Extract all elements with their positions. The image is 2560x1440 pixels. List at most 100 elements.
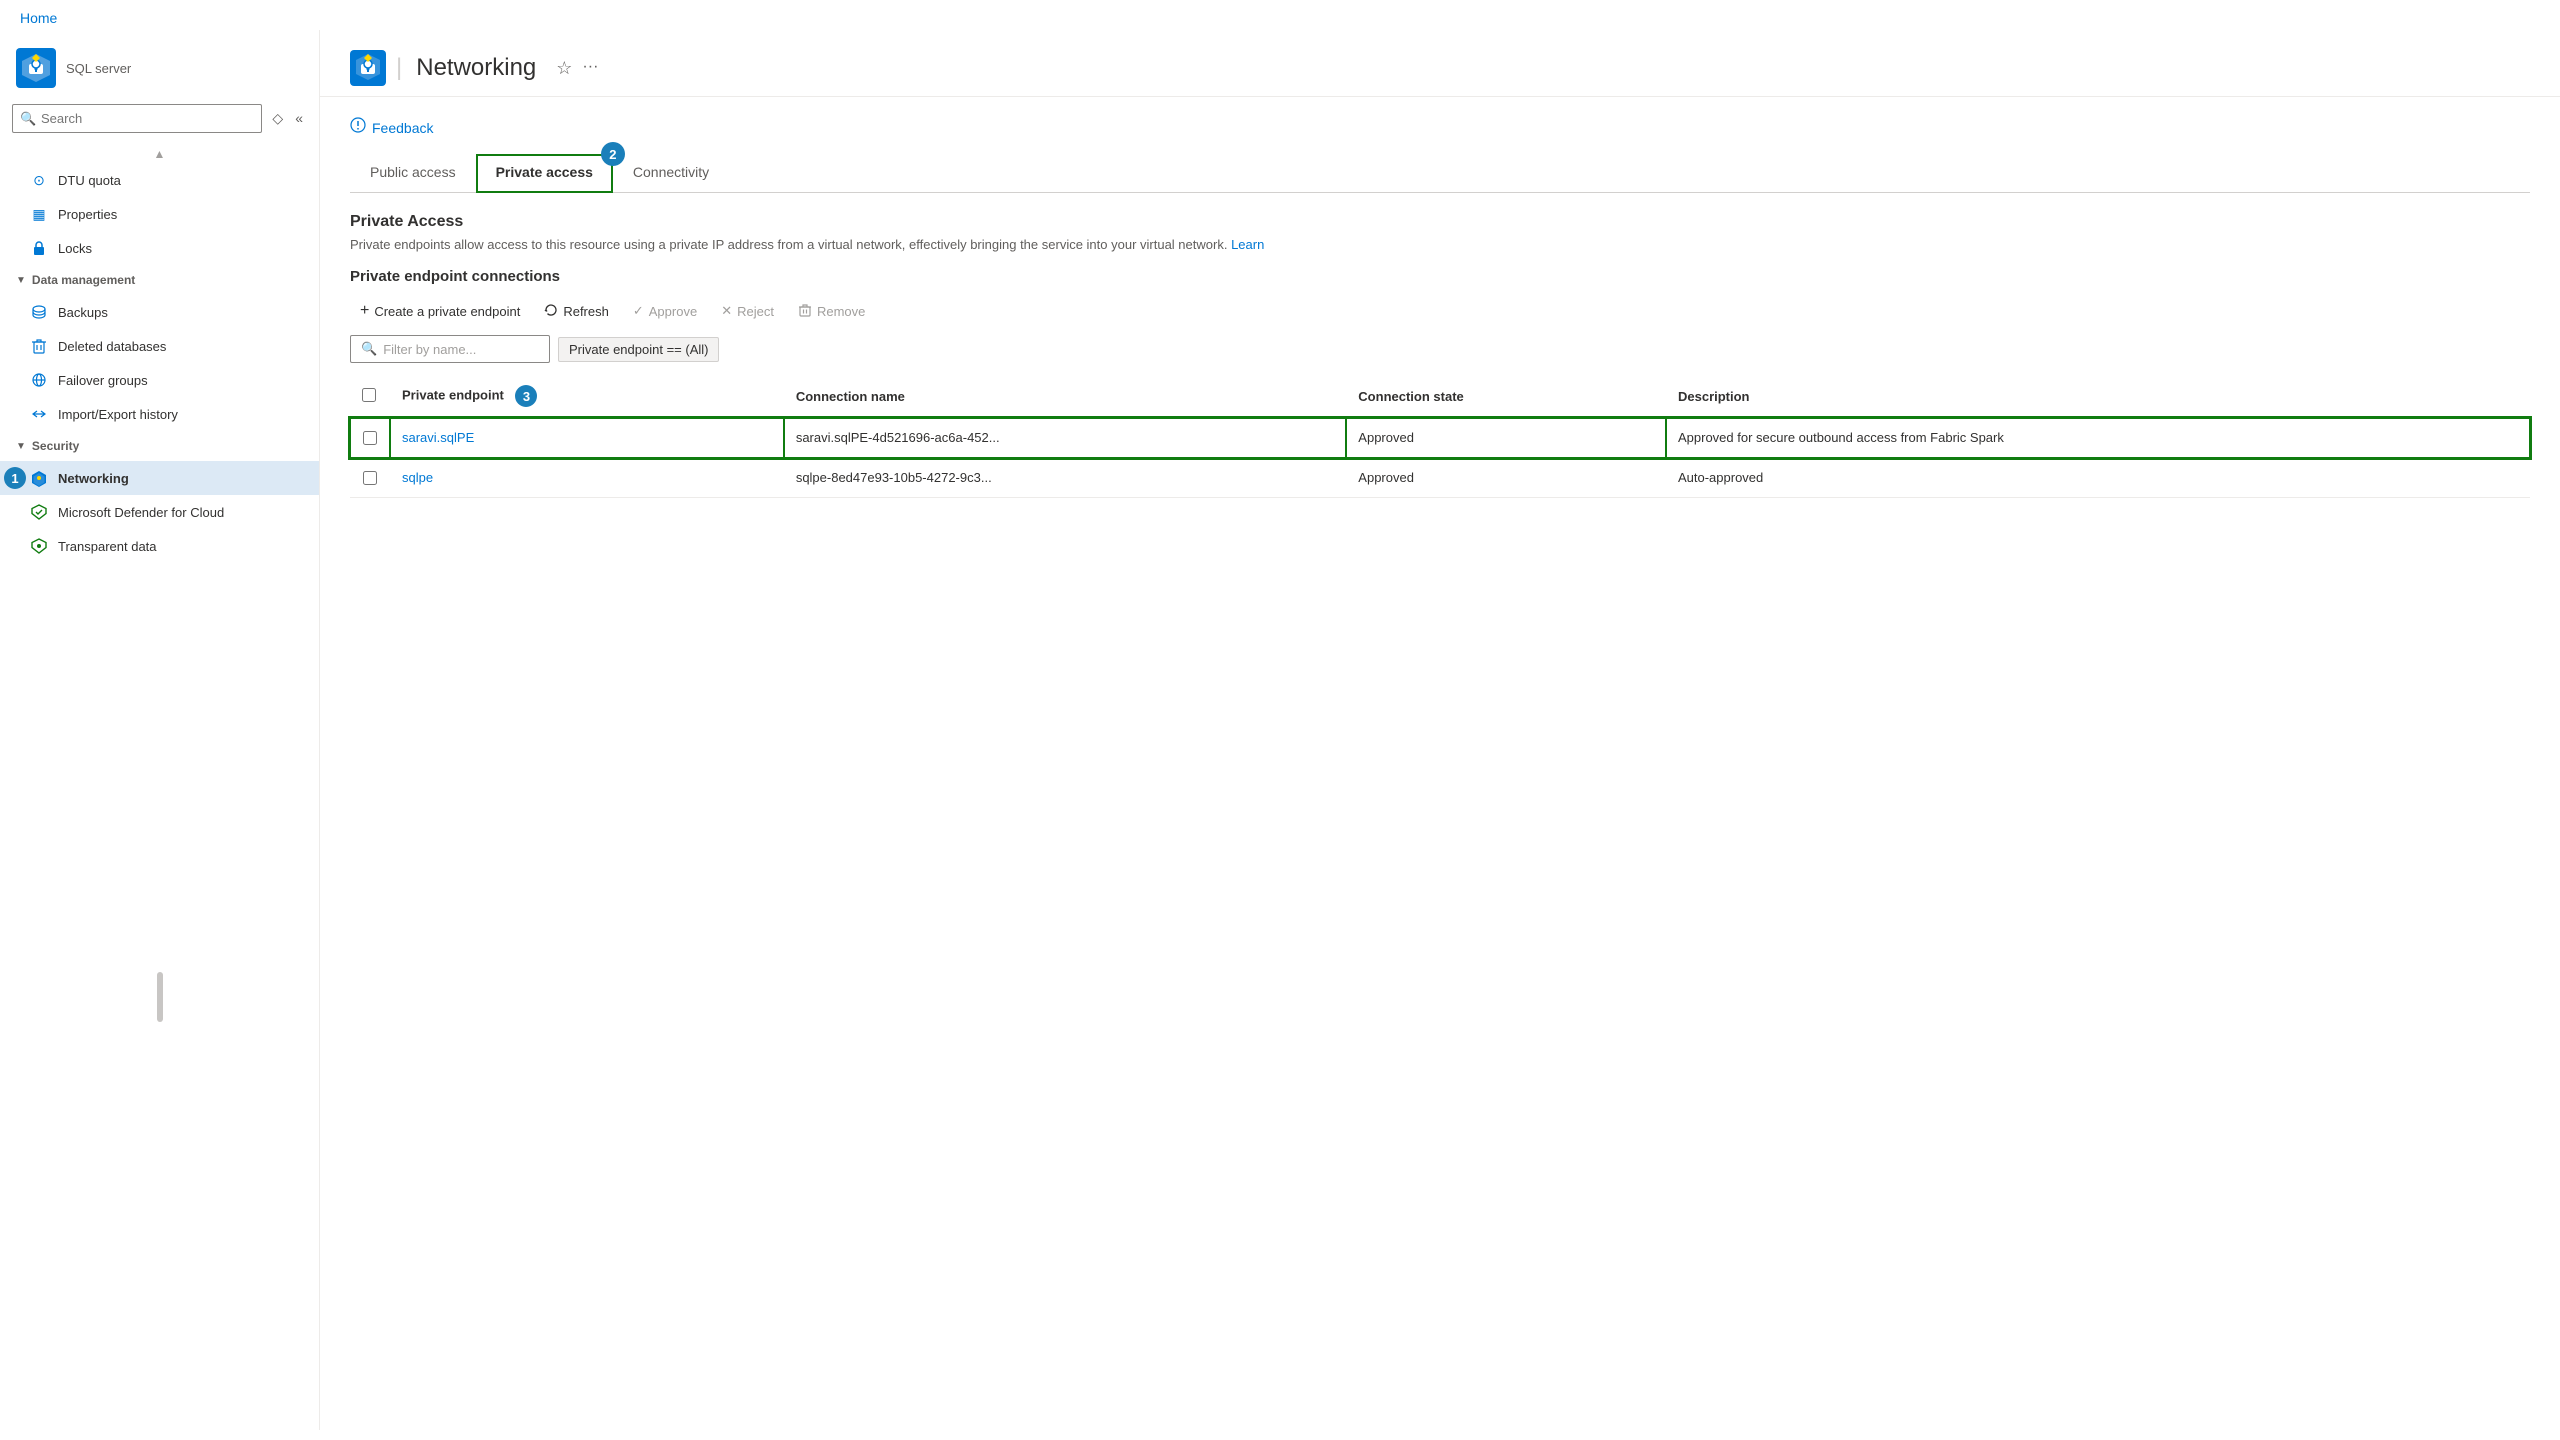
resource-title: SQL server (66, 61, 131, 76)
nav-item-microsoft-defender[interactable]: Microsoft Defender for Cloud (0, 495, 319, 529)
endpoint-cell: sqlpe (390, 458, 784, 498)
col-private-endpoint: Private endpoint 3 (390, 375, 784, 418)
failover-groups-icon (30, 371, 48, 389)
transparent-data-icon (30, 537, 48, 555)
scroll-up-icon[interactable]: ▲ (154, 147, 166, 161)
connection-name-cell: saravi.sqlPE-4d521696-ac6a-452... (784, 418, 1346, 458)
nav-item-locks[interactable]: Locks (0, 231, 319, 265)
nav-label: DTU quota (58, 173, 121, 188)
properties-icon: ▦ (30, 205, 48, 223)
feedback-bar[interactable]: Feedback (350, 117, 2530, 138)
tab-label: Public access (370, 164, 456, 180)
nav-item-dto-quota[interactable]: ⊙ DTU quota (0, 163, 319, 197)
learn-more-link[interactable]: Learn (1231, 237, 1264, 252)
locks-icon (30, 239, 48, 257)
table-row: saravi.sqlPE saravi.sqlPE-4d521696-ac6a-… (350, 418, 2530, 458)
dto-quota-icon: ⊙ (30, 171, 48, 189)
search-box: 🔍 ◇ « (12, 104, 307, 133)
nav-item-deleted-databases[interactable]: Deleted databases (0, 329, 319, 363)
page-actions: ☆ ··· (556, 58, 598, 79)
btn-label: Reject (737, 304, 774, 319)
reject-btn[interactable]: ✕ Reject (711, 298, 784, 324)
btn-label: Approve (649, 304, 697, 319)
remove-btn[interactable]: Remove (788, 298, 875, 325)
feedback-label: Feedback (372, 120, 433, 136)
row-checkbox[interactable] (363, 431, 377, 445)
tabs: Public access 2 Private access Connectiv… (350, 154, 2530, 193)
page-title: Networking (416, 54, 536, 82)
tab-label: Private access (496, 164, 593, 180)
nav-label: Microsoft Defender for Cloud (58, 505, 224, 520)
description-cell: Approved for secure outbound access from… (1666, 418, 2530, 458)
refresh-icon (544, 303, 558, 320)
nav-label: Properties (58, 207, 117, 222)
search-input[interactable] (12, 104, 262, 133)
filter-tag[interactable]: Private endpoint == (All) (558, 337, 719, 362)
approve-btn[interactable]: ✓ Approve (623, 298, 707, 324)
tab-connectivity[interactable]: Connectivity (613, 154, 729, 192)
page-divider: | (396, 54, 402, 82)
nav-label: Locks (58, 241, 92, 256)
filter-row: 🔍 Filter by name... Private endpoint == … (350, 335, 2530, 363)
nav-item-properties[interactable]: ▦ Properties (0, 197, 319, 231)
networking-icon (30, 469, 48, 487)
nav-label: Networking (58, 471, 129, 486)
select-all-checkbox[interactable] (362, 388, 376, 402)
defender-icon (30, 503, 48, 521)
col-connection-state: Connection state (1346, 375, 1666, 418)
nav-label: Transparent data (58, 539, 157, 554)
search-action-diamond[interactable]: ◇ (268, 108, 287, 129)
filter-search-icon: 🔍 (361, 341, 377, 357)
nav-item-backups[interactable]: Backups (0, 295, 319, 329)
backups-icon (30, 303, 48, 321)
resource-header: SQL server (0, 40, 319, 104)
btn-label: Remove (817, 304, 865, 319)
nav-item-networking[interactable]: Networking 1 (0, 461, 319, 495)
sql-server-icon (16, 48, 56, 88)
page-icon (350, 50, 386, 86)
col-connection-name: Connection name (784, 375, 1346, 418)
row-checkbox[interactable] (363, 471, 377, 485)
nav-item-import-export[interactable]: Import/Export history (0, 397, 319, 431)
search-icon: 🔍 (20, 111, 36, 127)
tab-public-access[interactable]: Public access (350, 154, 476, 192)
x-icon: ✕ (721, 303, 732, 319)
favorite-icon[interactable]: ☆ (556, 58, 572, 79)
nav-group-label: Data management (32, 273, 135, 287)
state-cell: Approved (1346, 458, 1666, 498)
check-icon: ✓ (633, 303, 644, 319)
nav-group-data-management[interactable]: ▼ Data management (0, 265, 319, 295)
nav-group-security[interactable]: ▼ Security (0, 431, 319, 461)
create-private-endpoint-btn[interactable]: + Create a private endpoint (350, 297, 530, 325)
section-desc: Private endpoints allow access to this r… (350, 237, 2530, 252)
main-content: | Networking ☆ ··· Feedback Public acces… (320, 30, 2560, 1430)
nav-label: Backups (58, 305, 108, 320)
more-options-icon[interactable]: ··· (582, 58, 598, 79)
table-row: sqlpe sqlpe-8ed47e93-10b5-4272-9c3... Ap… (350, 458, 2530, 498)
btn-label: Create a private endpoint (374, 304, 520, 319)
nav-item-transparent-data[interactable]: Transparent data (0, 529, 319, 563)
nav-item-failover-groups[interactable]: Failover groups (0, 363, 319, 397)
subsection-title: Private endpoint connections (350, 268, 2530, 285)
nav-label: Import/Export history (58, 407, 178, 422)
endpoint-link[interactable]: saravi.sqlPE (402, 430, 474, 445)
tab-private-access[interactable]: 2 Private access (476, 154, 613, 193)
step-badge-1: 1 (4, 467, 26, 489)
endpoint-link[interactable]: sqlpe (402, 470, 433, 485)
endpoint-cell: saravi.sqlPE (390, 418, 784, 458)
search-actions: ◇ « (268, 108, 307, 129)
sidebar-collapse-btn[interactable]: « (291, 108, 307, 129)
trash-icon (798, 303, 812, 320)
page-header: | Networking ☆ ··· (320, 30, 2560, 97)
filter-input[interactable]: 🔍 Filter by name... (350, 335, 550, 363)
home-link[interactable]: Home (20, 10, 57, 26)
select-all-header[interactable] (350, 375, 390, 418)
step-badge-3: 3 (515, 385, 537, 407)
btn-label: Refresh (563, 304, 609, 319)
section-title: Private Access (350, 213, 2530, 231)
table-toolbar: + Create a private endpoint Refresh ✓ Ap… (350, 297, 2530, 325)
nav-group-label: Security (32, 439, 79, 453)
tab-label: Connectivity (633, 164, 709, 180)
plus-icon: + (360, 302, 369, 320)
refresh-btn[interactable]: Refresh (534, 298, 619, 325)
